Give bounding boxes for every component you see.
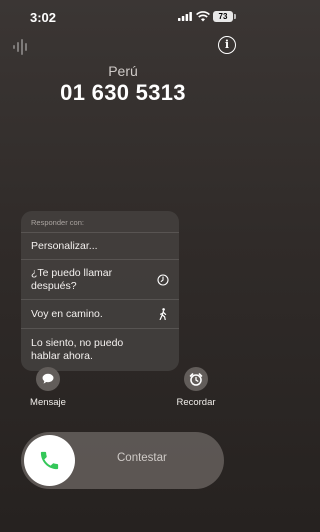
menu-item-cant-talk[interactable]: Lo siento, no puedo hablar ahora.	[21, 328, 179, 371]
menu-item-label: Personalizar...	[31, 239, 98, 252]
caller-country: Perú	[108, 63, 138, 79]
answer-slider-label: Contestar	[117, 452, 167, 464]
cellular-signal-icon	[178, 12, 192, 21]
walking-icon	[159, 308, 167, 320]
message-label: Mensaje	[30, 397, 66, 408]
battery-level: 73	[218, 12, 228, 21]
remind-label: Recordar	[176, 397, 216, 408]
answer-slider-knob[interactable]	[24, 435, 75, 486]
menu-header: Responder con:	[31, 218, 84, 227]
reply-with-message-menu: Responder con: Personalizar... ¿Te puedo…	[21, 211, 179, 371]
clock-icon	[157, 273, 169, 286]
alarm-clock-icon[interactable]	[184, 367, 208, 391]
remind-button[interactable]: Recordar	[166, 367, 226, 408]
menu-item-label: ¿Te puedo llamar después?	[31, 266, 113, 292]
phone-icon	[40, 451, 59, 470]
battery-tip	[234, 14, 236, 19]
menu-item-label: Voy en camino.	[31, 307, 103, 320]
menu-item-custom[interactable]: Personalizar...	[21, 232, 179, 259]
message-button[interactable]: Mensaje	[18, 367, 78, 408]
message-bubble-icon[interactable]	[36, 367, 60, 391]
menu-item-call-later[interactable]: ¿Te puedo llamar después?	[21, 259, 179, 299]
status-time: 3:02	[30, 10, 57, 25]
answer-slider[interactable]: Contestar	[21, 432, 224, 489]
battery-icon: 73	[213, 11, 233, 22]
status-bar: 3:02 73	[0, 0, 246, 30]
menu-item-label: Lo siento, no puedo hablar ahora.	[31, 337, 124, 362]
caller-number: 01 630 5313	[60, 80, 186, 105]
wifi-icon	[196, 11, 210, 22]
menu-item-on-my-way[interactable]: Voy en camino.	[21, 299, 179, 328]
info-icon[interactable]: i	[218, 36, 236, 54]
audio-waveform-icon	[13, 39, 27, 55]
